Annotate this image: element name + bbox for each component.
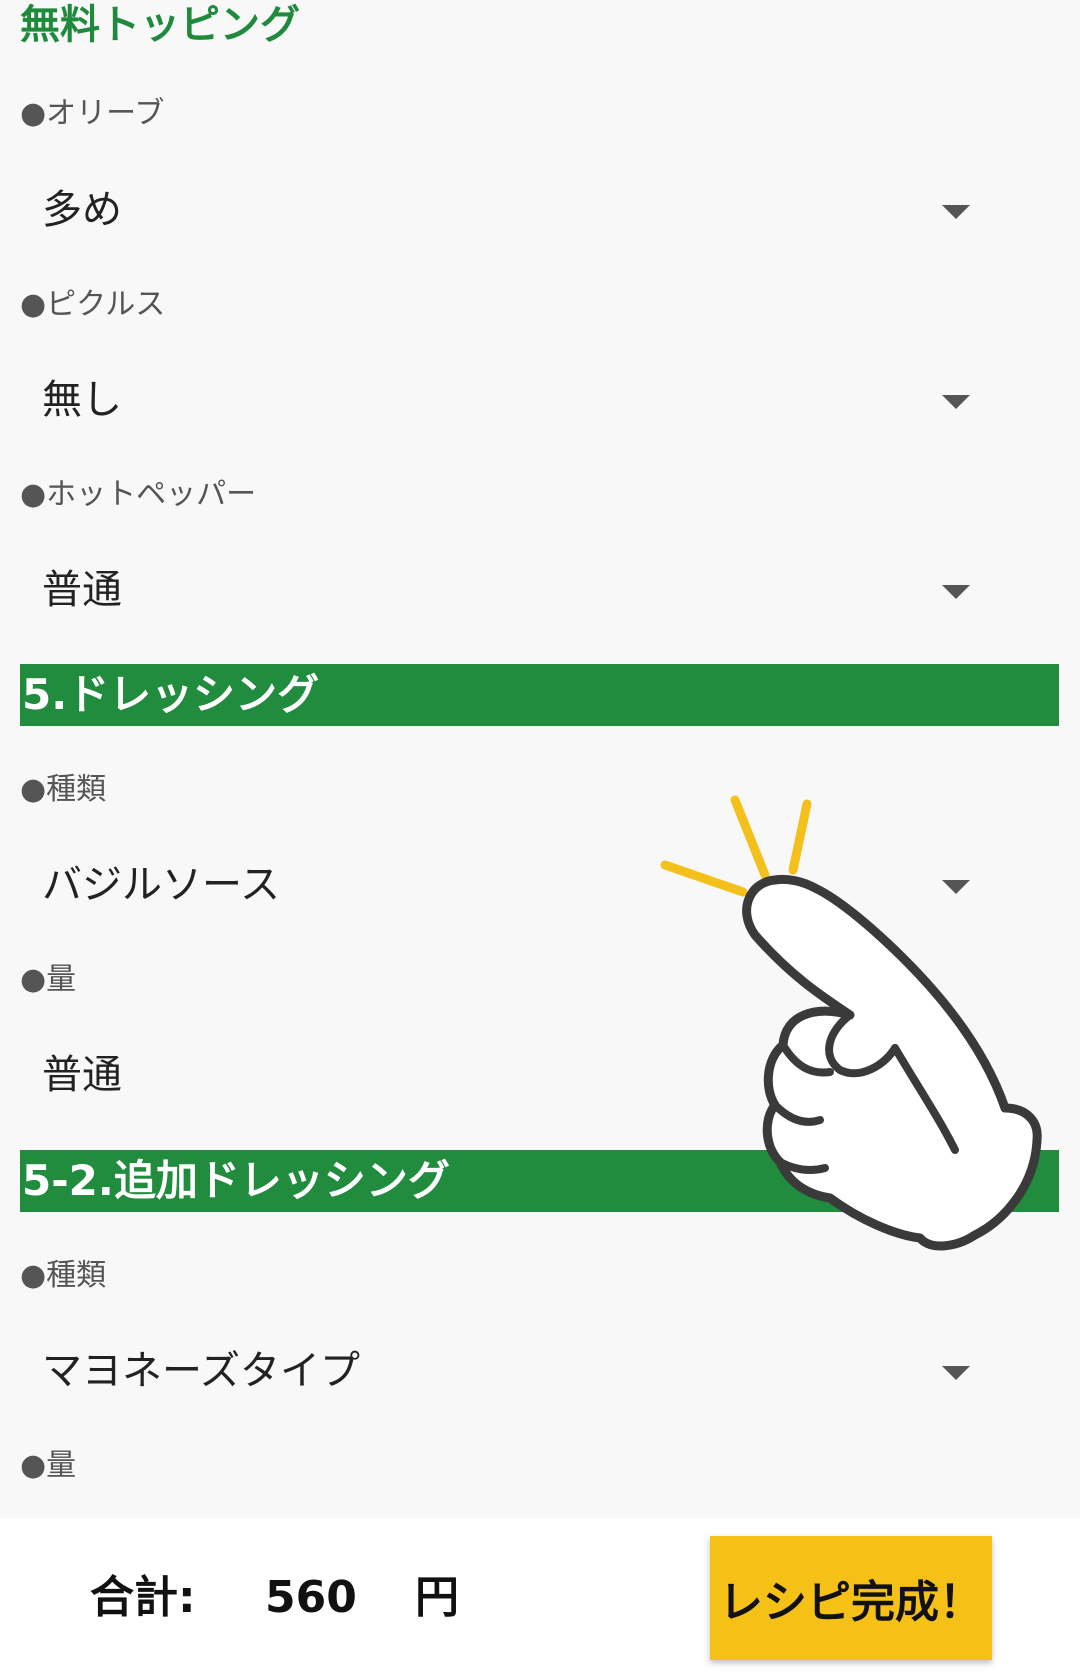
- extra-dressing-type-select[interactable]: マヨネーズタイプ: [20, 1326, 1020, 1416]
- order-footer: 合計: 560 円 レシピ完成！: [0, 1518, 1080, 1679]
- triangle-down-icon: [942, 585, 970, 599]
- hot-pepper-select-value: 普通: [42, 567, 122, 613]
- extra-dressing-amount-label: ●量: [20, 1448, 77, 1483]
- olive-select-value: 多め: [42, 187, 122, 233]
- pickles-select[interactable]: 無し: [20, 355, 1020, 445]
- pointing-hand-icon: [660, 795, 1042, 1251]
- dressing-section-header: 5.ドレッシング: [20, 664, 1059, 726]
- dressing-type-label: ●種類: [20, 772, 107, 807]
- dressing-section-title: 5.ドレッシング: [22, 670, 320, 719]
- total-label: 合計:: [90, 1572, 196, 1623]
- total-price-value: 560: [265, 1572, 357, 1623]
- pickles-label: ●ピクルス: [20, 287, 166, 322]
- dressing-type-select-value: バジルソース: [42, 862, 280, 908]
- complete-recipe-button[interactable]: レシピ完成！: [710, 1536, 992, 1660]
- triangle-down-icon: [942, 1366, 970, 1380]
- total-price-unit: 円: [415, 1572, 459, 1623]
- extra-dressing-type-label: ●種類: [20, 1258, 107, 1293]
- pickles-select-value: 無し: [42, 377, 122, 423]
- dressing-amount-select-value: 普通: [42, 1052, 122, 1098]
- extra-dressing-type-select-value: マヨネーズタイプ: [42, 1348, 360, 1394]
- recipe-builder-page: 無料トッピング ●オリーブ 多め ●ピクルス 無し ●ホットペッパー 普通 5.…: [0, 0, 1080, 1679]
- olive-label: ●オリーブ: [20, 96, 165, 131]
- free-topping-title: 無料トッピング: [20, 2, 300, 48]
- triangle-down-icon: [942, 395, 970, 409]
- dressing-amount-label: ●量: [20, 962, 77, 997]
- triangle-down-icon: [942, 205, 970, 219]
- hot-pepper-label: ●ホットペッパー: [20, 477, 257, 512]
- extra-dressing-section-title: 5-2.追加ドレッシング: [22, 1156, 450, 1205]
- olive-select[interactable]: 多め: [20, 165, 1020, 255]
- hot-pepper-select[interactable]: 普通: [20, 545, 1020, 635]
